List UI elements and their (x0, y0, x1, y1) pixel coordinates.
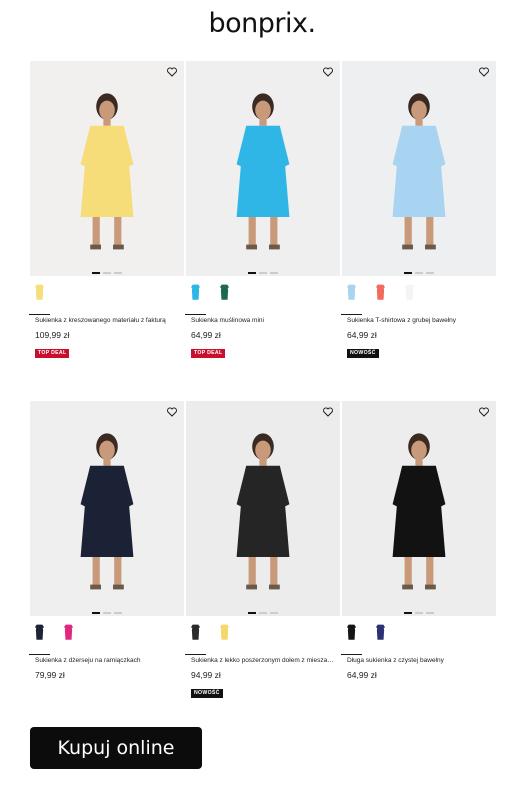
model-figure (236, 433, 290, 590)
model-figure (392, 93, 446, 250)
color-swatch[interactable] (29, 282, 50, 315)
product-card[interactable]: Sukienka z dżerseju na ramiączkach 79,99 … (29, 401, 184, 699)
carousel-dot[interactable] (415, 612, 423, 614)
color-swatches (29, 622, 184, 656)
product-row: Sukienka z kreszowanego materiału z fakt… (29, 61, 496, 359)
product-row: Sukienka z dżerseju na ramiączkach 79,99 … (29, 401, 496, 699)
image-carousel-dots[interactable] (186, 272, 340, 274)
model-figure (80, 93, 134, 250)
product-price: 64,99 zł (191, 330, 221, 340)
product-price: 79,99 zł (35, 670, 65, 680)
shop-online-button[interactable]: Kupuj online (30, 727, 202, 769)
carousel-dot[interactable] (270, 612, 278, 614)
heart-icon[interactable] (478, 66, 490, 78)
carousel-dot[interactable] (426, 272, 434, 274)
product-grid: Sukienka z kreszowanego materiału z fakt… (29, 61, 496, 699)
color-swatch[interactable] (185, 282, 206, 315)
carousel-dot[interactable] (404, 612, 412, 614)
color-swatch[interactable] (371, 282, 390, 312)
image-carousel-dots[interactable] (30, 272, 184, 274)
product-name[interactable]: Sukienka z kreszowanego materiału z fakt… (30, 317, 184, 327)
carousel-dot[interactable] (92, 612, 100, 614)
product-name[interactable]: Sukienka z dżerseju na ramiączkach (30, 657, 184, 667)
header: bonprix. (0, 0, 524, 48)
heart-icon[interactable] (166, 66, 178, 78)
carousel-dot[interactable] (103, 612, 111, 614)
color-swatch[interactable] (185, 622, 206, 655)
model-figure (80, 433, 134, 590)
carousel-dot[interactable] (248, 612, 256, 614)
product-card[interactable]: Sukienka muślinowa mini 64,99 zł TOP DEAL (185, 61, 340, 359)
color-swatch[interactable] (341, 622, 362, 655)
image-carousel-dots[interactable] (342, 612, 496, 614)
color-swatch[interactable] (59, 622, 78, 652)
dress-photo-yellow-floral[interactable] (30, 61, 184, 276)
carousel-dot[interactable] (103, 272, 111, 274)
dress-photo-navy-print[interactable] (30, 401, 184, 616)
color-swatches (185, 622, 340, 656)
color-swatches (29, 282, 184, 316)
new-badge: NOWOŚĆ (347, 348, 379, 358)
dress-photo-blue[interactable] (186, 61, 340, 276)
image-carousel-dots[interactable] (342, 272, 496, 274)
top-deal-badge: TOP DEAL (35, 348, 70, 358)
product-card[interactable]: Sukienka z lekko poszerzonym dołem z mie… (185, 401, 340, 699)
model-figure (392, 433, 446, 590)
product-card[interactable]: Długa sukienka z czystej bawełny 64,99 zł (341, 401, 496, 699)
dress-photo-black-midi[interactable] (186, 401, 340, 616)
carousel-dot[interactable] (270, 272, 278, 274)
carousel-dot[interactable] (92, 272, 100, 274)
new-badge: NOWOŚĆ (191, 688, 223, 698)
product-name[interactable]: Sukienka muślinowa mini (186, 317, 340, 327)
product-card[interactable]: Sukienka T-shirtowa z grubej bawełny 64,9… (341, 61, 496, 359)
carousel-dot[interactable] (415, 272, 423, 274)
product-card[interactable]: Sukienka z kreszowanego materiału z fakt… (29, 61, 184, 359)
color-swatch[interactable] (341, 282, 362, 315)
product-price: 109,99 zł (35, 330, 70, 340)
dress-photo-light-blue[interactable] (342, 61, 496, 276)
heart-icon[interactable] (478, 406, 490, 418)
color-swatch[interactable] (215, 282, 234, 312)
color-swatch[interactable] (215, 622, 234, 652)
brand-logo[interactable]: bonprix. (0, 8, 524, 39)
product-name[interactable]: Długa sukienka z czystej bawełny (342, 657, 496, 667)
heart-icon[interactable] (166, 406, 178, 418)
image-carousel-dots[interactable] (30, 612, 184, 614)
product-price: 64,99 zł (347, 670, 377, 680)
carousel-dot[interactable] (248, 272, 256, 274)
carousel-dot[interactable] (426, 612, 434, 614)
color-swatches (341, 622, 496, 656)
model-figure (236, 93, 290, 250)
color-swatch[interactable] (371, 622, 390, 652)
carousel-dot[interactable] (404, 272, 412, 274)
carousel-dot[interactable] (259, 272, 267, 274)
color-swatches (341, 282, 496, 316)
carousel-dot[interactable] (114, 272, 122, 274)
carousel-dot[interactable] (114, 612, 122, 614)
dress-photo-black-maxi[interactable] (342, 401, 496, 616)
carousel-dot[interactable] (259, 612, 267, 614)
color-swatch[interactable] (29, 622, 50, 655)
color-swatch[interactable] (400, 282, 419, 312)
top-deal-badge: TOP DEAL (191, 348, 226, 358)
product-price: 64,99 zł (347, 330, 377, 340)
product-price: 94,99 zł (191, 670, 221, 680)
product-name[interactable]: Sukienka T-shirtowa z grubej bawełny (342, 317, 496, 327)
image-carousel-dots[interactable] (186, 612, 340, 614)
color-swatches (185, 282, 340, 316)
heart-icon[interactable] (322, 406, 334, 418)
product-name[interactable]: Sukienka z lekko poszerzonym dołem z mie… (186, 657, 340, 667)
heart-icon[interactable] (322, 66, 334, 78)
